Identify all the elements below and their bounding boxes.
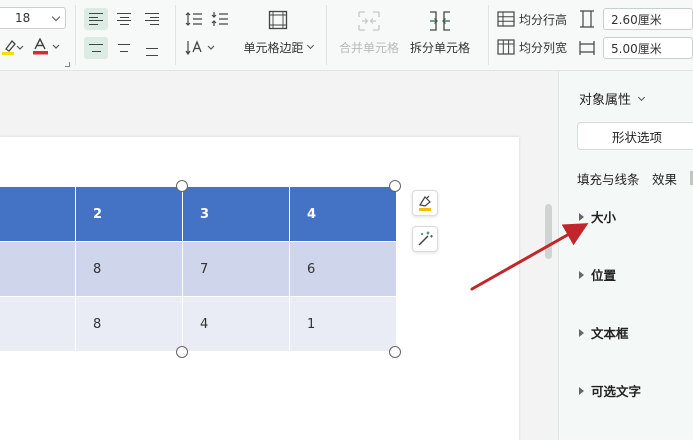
distribute-rows-label: 均分行高	[519, 12, 568, 27]
paragraph-spacing-button[interactable]	[210, 8, 230, 30]
panel-title: 对象属性	[579, 93, 632, 108]
table-row: 8 4 1	[0, 296, 397, 352]
line-spacing-icon	[185, 12, 202, 26]
dialog-launcher-icon[interactable]	[65, 62, 70, 67]
vertical-scrollbar-thumb[interactable]	[545, 204, 552, 259]
align-center-icon	[117, 13, 131, 25]
row-height-input[interactable]: 2.60厘米	[603, 8, 693, 30]
tab-shape-options[interactable]: 形状选项	[577, 122, 693, 150]
highlight-color-button[interactable]	[0, 36, 26, 58]
resize-handle-top[interactable]	[176, 180, 188, 192]
panel-title-dropdown[interactable]: 对象属性	[579, 89, 646, 108]
subtab-fill-line[interactable]: 填充与线条	[577, 169, 640, 188]
chevron-down-icon	[306, 41, 314, 50]
cell-margins-label: 单元格边距	[243, 40, 304, 55]
section-textbox[interactable]: 文本框	[579, 323, 629, 342]
table-cell[interactable]: 2	[75, 186, 183, 242]
data-table[interactable]: 2 3 4 8 7 6 8 4 1	[0, 186, 397, 352]
align-middle-center-button[interactable]	[112, 37, 136, 59]
table-row: 8 7 6	[0, 241, 397, 297]
cell-margins-icon-button[interactable]	[266, 8, 290, 32]
table-header-row: 2 3 4	[0, 186, 397, 242]
align-middle-icon	[89, 44, 103, 52]
section-alt-text[interactable]: 可选文字	[579, 381, 641, 400]
col-width-icon	[576, 36, 598, 60]
section-position-label: 位置	[591, 268, 617, 283]
distribute-cols-label: 均分列宽	[519, 40, 568, 55]
table-cell[interactable]	[0, 186, 76, 242]
font-size-value: 18	[15, 11, 31, 25]
table-style-button[interactable]	[412, 190, 438, 216]
table-cell[interactable]: 3	[182, 186, 290, 242]
align-left-icon	[89, 13, 103, 25]
split-cells-button[interactable]: 拆分单元格	[406, 38, 474, 56]
table-style-icon	[419, 195, 431, 211]
resize-handle-top-right[interactable]	[389, 180, 401, 192]
align-top-center-button[interactable]	[112, 8, 136, 30]
expand-arrow-icon	[579, 328, 584, 337]
merge-cells-icon	[358, 11, 380, 31]
split-cells-icon	[430, 11, 450, 31]
col-width-input[interactable]: 5.00厘米	[603, 37, 693, 59]
split-cells-icon-button[interactable]	[426, 8, 454, 34]
merge-cells-icon-button[interactable]	[355, 8, 383, 34]
section-alt-text-label: 可选文字	[591, 384, 642, 399]
expand-arrow-icon	[579, 270, 584, 279]
table-cell[interactable]: 6	[289, 241, 397, 297]
cell-margins-button[interactable]: 单元格边距	[238, 38, 318, 56]
smart-beautify-button[interactable]	[412, 226, 438, 252]
distribute-cols-icon	[497, 39, 515, 55]
section-size[interactable]: 大小	[579, 207, 616, 226]
table-cell[interactable]: 8	[75, 241, 183, 297]
table-cell[interactable]: 1	[289, 296, 397, 352]
distribute-rows-icon	[497, 11, 515, 27]
align-middle-left-button[interactable]	[84, 37, 108, 59]
table-cell[interactable]: 4	[182, 296, 290, 352]
resize-handle-bottom-right[interactable]	[389, 346, 401, 358]
section-size-label: 大小	[591, 210, 617, 225]
font-color-icon	[33, 38, 60, 55]
align-bottom-icon	[145, 48, 159, 56]
tab-shape-label: 形状选项	[611, 129, 662, 145]
ribbon-toolbar: 18 单元格边距 合并单元格 拆分单元格 均分行高 均分列宽 2.60厘米 5.…	[0, 0, 693, 71]
section-position[interactable]: 位置	[579, 265, 616, 284]
align-bottom-button[interactable]	[140, 37, 164, 59]
chevron-down-icon	[51, 12, 61, 21]
cell-margin-icon	[268, 10, 288, 30]
distribute-rows-button[interactable]: 均分行高	[497, 9, 569, 29]
text-direction-button[interactable]	[184, 37, 218, 59]
table-cell[interactable]	[0, 241, 76, 297]
align-top-right-button[interactable]	[140, 8, 164, 30]
resize-handle-bottom[interactable]	[176, 346, 188, 358]
row-height-value: 2.60厘米	[611, 12, 662, 27]
text-direction-icon	[185, 40, 215, 56]
property-panel: 对象属性 形状选项 填充与线条 效果 大小 位置 文本框 可选文字	[558, 71, 693, 440]
table-cell[interactable]: 8	[75, 296, 183, 352]
section-textbox-label: 文本框	[591, 326, 629, 341]
table-cell[interactable]	[0, 296, 76, 352]
row-height-icon	[576, 7, 598, 31]
chevron-down-icon	[637, 93, 646, 101]
subtab-effect[interactable]: 效果	[652, 169, 677, 188]
align-right-icon	[145, 13, 159, 25]
expand-arrow-icon	[579, 212, 584, 221]
magic-wand-icon	[418, 231, 433, 246]
highlight-icon	[2, 40, 24, 55]
table-cell[interactable]: 7	[182, 241, 290, 297]
distribute-cols-button[interactable]: 均分列宽	[497, 37, 569, 57]
expand-arrow-icon	[579, 386, 584, 395]
para-spacing-icon	[211, 12, 228, 26]
merge-cells-button[interactable]: 合并单元格	[335, 38, 403, 56]
col-width-value: 5.00厘米	[611, 41, 662, 56]
line-spacing-button[interactable]	[184, 8, 204, 30]
font-color-button[interactable]	[30, 36, 64, 58]
align-top-left-button[interactable]	[84, 8, 108, 30]
font-size-select[interactable]: 18	[0, 7, 66, 29]
table-cell[interactable]: 4	[289, 186, 397, 242]
align-middle-center-icon	[117, 44, 131, 52]
